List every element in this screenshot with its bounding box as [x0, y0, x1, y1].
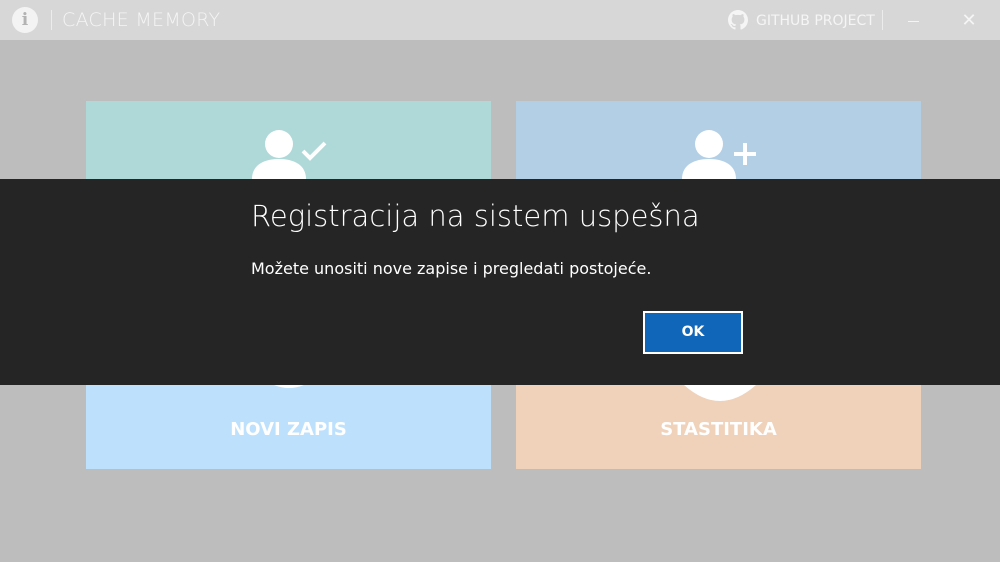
- tile-new-record[interactable]: NOVI ZAPIS: [86, 385, 491, 469]
- title-separator: [882, 10, 883, 30]
- user-add-icon: [682, 130, 756, 179]
- tile-user-check[interactable]: [86, 101, 491, 179]
- tile-user-add[interactable]: [516, 101, 921, 179]
- user-check-icon: [252, 130, 327, 179]
- message-dialog: Registracija na sistem uspešna Možete un…: [0, 179, 1000, 385]
- tile-label-statistics: STASTITIKA: [660, 419, 777, 440]
- dialog-title: Registracija na sistem uspešna: [251, 199, 700, 233]
- minimize-icon: [907, 20, 919, 22]
- info-icon[interactable]: i: [12, 7, 38, 33]
- title-bar: i CACHE MEMORY GITHUB PROJECT ✕: [0, 0, 1000, 40]
- github-project-link[interactable]: GITHUB PROJECT: [756, 13, 875, 29]
- minimize-button[interactable]: [890, 0, 936, 40]
- tile-statistics[interactable]: STASTITIKA: [516, 385, 921, 469]
- app-title: CACHE MEMORY: [62, 9, 221, 31]
- dialog-message: Možete unositi nove zapise i pregledati …: [251, 259, 652, 278]
- github-icon[interactable]: [728, 10, 748, 30]
- tile-label-new-record: NOVI ZAPIS: [230, 419, 347, 440]
- ok-button[interactable]: OK: [643, 311, 743, 354]
- close-icon: ✕: [961, 10, 977, 30]
- new-record-icon: [274, 385, 304, 388]
- statistics-icon: [684, 385, 756, 401]
- title-separator: [51, 10, 52, 30]
- close-button[interactable]: ✕: [946, 0, 992, 40]
